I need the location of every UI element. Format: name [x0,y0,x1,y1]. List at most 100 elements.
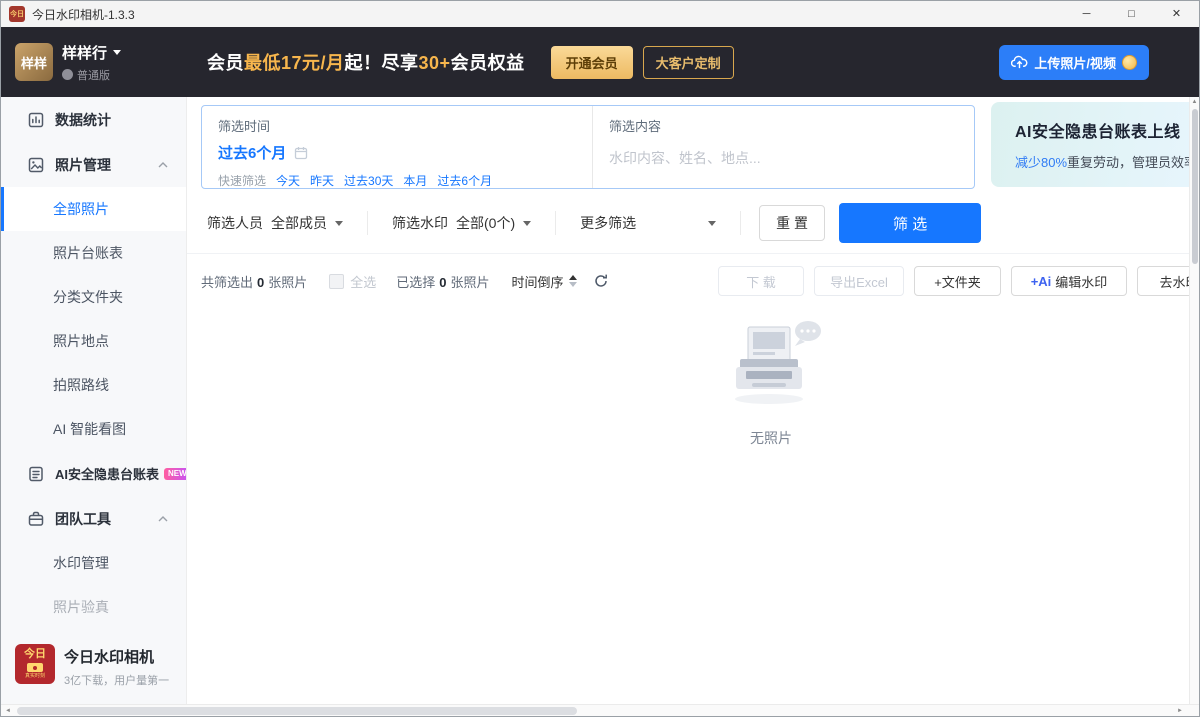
sidebar-item-photo-routes[interactable]: 拍照路线 [1,363,186,407]
sidebar-item-team-tools[interactable]: 团队工具 [1,496,186,541]
filter-watermark-value: 全部(0个) [456,213,515,233]
reset-button[interactable]: 重 置 [759,205,825,241]
camera-icon [27,663,43,672]
filter-time-value[interactable]: 过去6个月 [218,142,286,163]
chevron-down-icon[interactable] [113,50,121,55]
minimize-button[interactable]: ─ [1064,1,1109,27]
promo-card-text: 重复劳动，管理员效率 [1067,155,1189,170]
ai-logo: +Ai [1031,274,1052,289]
sidebar-item-photo-ledger[interactable]: 照片台账表 [1,231,186,275]
chevron-up-icon[interactable] [158,516,168,522]
filter-watermark-dropdown[interactable]: 筛选水印 全部(0个) [368,203,555,243]
export-excel-button[interactable]: 导出Excel [814,266,904,296]
empty-state-label: 无照片 [706,428,836,448]
quick-filter-this-month[interactable]: 本月 [403,172,427,189]
stats-icon [27,111,45,129]
sidebar-item-all-photos[interactable]: 全部照片 [1,187,186,231]
scroll-left-arrow-icon[interactable]: ◄ [1,708,15,714]
upload-button[interactable]: 上传照片/视频 [999,45,1149,80]
promo-card-description: 减少80%重复劳动，管理员效率 [1015,152,1189,171]
select-all-checkbox[interactable] [329,274,344,289]
sidebar-item-label: 全部照片 [53,199,109,219]
window-title: 今日水印相机-1.3.3 [32,6,135,23]
selected-count: 已选择0张照片 [396,272,489,291]
promo-highlight: 最低17元/月 [244,53,345,73]
count-suffix: 张照片 [268,275,307,290]
new-badge: NEW [164,468,187,480]
vertical-scrollbar-thumb[interactable] [1192,109,1198,264]
promo-part: 会员权益 [451,53,525,73]
apply-filter-button[interactable]: 筛 选 [839,203,981,243]
sort-label: 时间倒序 [512,272,564,291]
sort-order-toggle[interactable]: 时间倒序 [512,272,577,291]
sidebar-item-label: 数据统计 [55,110,111,130]
sidebar-item-photo-verification[interactable]: 照片验真 [1,585,186,629]
quick-filter-last-6-months[interactable]: 过去6个月 [437,172,492,189]
briefcase-icon [27,510,45,528]
sidebar-item-label: AI 智能看图 [53,419,126,439]
filter-person-label: 筛选人员 [207,213,263,233]
remove-watermark-button[interactable]: 去水印 [1137,266,1189,296]
enterprise-button[interactable]: 大客户定制 [643,46,734,79]
account-switcher[interactable]: 样样 样样行 普通版 [15,42,183,83]
filter-content-label: 筛选内容 [609,116,958,135]
results-toolbar: 共筛选出0张照片 全选 已选择0张照片 时间倒序 [201,265,609,297]
account-name: 样样行 [62,42,107,63]
quick-filter-last-30-days[interactable]: 过去30天 [344,172,393,189]
filter-content-input[interactable]: 水印内容、姓名、地点... [609,148,958,168]
ai-edit-label: 编辑水印 [1055,272,1107,291]
sidebar-item-label: 分类文件夹 [53,287,123,307]
filter-time-label: 筛选时间 [218,116,576,135]
calendar-icon[interactable] [294,146,308,160]
ai-edit-watermark-button[interactable]: +Ai 编辑水印 [1011,266,1127,296]
scroll-right-arrow-icon[interactable]: ► [1173,708,1187,714]
horizontal-scrollbar-thumb[interactable] [17,707,577,715]
open-vip-button[interactable]: 开通会员 [551,46,633,79]
plan-label: 普通版 [77,67,110,83]
sidebar-item-data-stats[interactable]: 数据统计 [1,97,186,142]
filter-content-section[interactable]: 筛选内容 水印内容、姓名、地点... [592,106,974,188]
select-all-label: 全选 [350,272,376,291]
promo-card[interactable]: AI安全隐患台账表上线 减少80%重复劳动，管理员效率 [991,102,1189,187]
download-button[interactable]: 下 载 [718,266,804,296]
promo-card-title: AI安全隐患台账表上线 [1015,118,1189,142]
empty-state: 无照片 [706,317,836,448]
refresh-list-icon[interactable] [593,273,609,289]
selected-suffix: 张照片 [451,275,490,290]
sidebar-item-ai-image-reading[interactable]: AI 智能看图 [1,407,186,451]
sidebar-item-category-folders[interactable]: 分类文件夹 [1,275,186,319]
upload-button-label: 上传照片/视频 [1034,53,1116,72]
sidebar-item-photo-locations[interactable]: 照片地点 [1,319,186,363]
more-filters-dropdown[interactable]: 更多筛选 [556,203,740,243]
quick-filter-label: 快速筛选 [218,172,266,189]
add-folder-button[interactable]: +文件夹 [914,266,1001,296]
sidebar-item-ai-safety-ledger[interactable]: AI安全隐患台账表 NEW [1,451,186,496]
sidebar-footer: 今日 真实时刻 今日水印相机 3亿下载，用户量第一 [1,630,186,706]
app-brand-logo: 今日 真实时刻 [15,644,55,684]
horizontal-scrollbar[interactable]: ◄ ► [1,704,1200,716]
vertical-scrollbar[interactable]: ▲ [1189,97,1199,706]
upload-cloud-icon [1011,55,1028,69]
maximize-button[interactable]: □ [1109,1,1154,27]
chevron-up-icon[interactable] [158,162,168,168]
vip-coin-icon [1122,55,1137,70]
sidebar-item-watermark-management[interactable]: 水印管理 [1,541,186,585]
filter-time-section: 筛选时间 过去6个月 快速筛选 今天 昨天 过去30天 本月 过去6个月 [202,106,592,188]
scroll-up-arrow-icon[interactable]: ▲ [1190,97,1199,107]
promo-card-highlight: 减少80% [1015,155,1067,170]
divider [740,211,741,235]
toolbar-actions: 下 载 导出Excel +文件夹 +Ai 编辑水印 去水印 [718,266,1189,296]
divider [187,253,1189,254]
sidebar-item-label: AI安全隐患台账表 [55,464,159,483]
selected-prefix: 已选择 [396,275,435,290]
close-button[interactable]: ✕ [1154,1,1199,27]
top-banner: 样样 样样行 普通版 会员最低17元/月起！尽享30+会员权益 开通会员 大客户… [1,27,1199,97]
count-prefix: 共筛选出 [201,275,253,290]
promo-part: 起！尽享 [345,53,419,73]
sidebar-item-photo-management[interactable]: 照片管理 [1,142,186,187]
sidebar-item-label: 照片验真 [53,597,109,617]
filter-person-dropdown[interactable]: 筛选人员 全部成员 [201,203,367,243]
quick-filter-yesterday[interactable]: 昨天 [310,172,334,189]
quick-filter-today[interactable]: 今天 [276,172,300,189]
document-icon [27,465,45,483]
